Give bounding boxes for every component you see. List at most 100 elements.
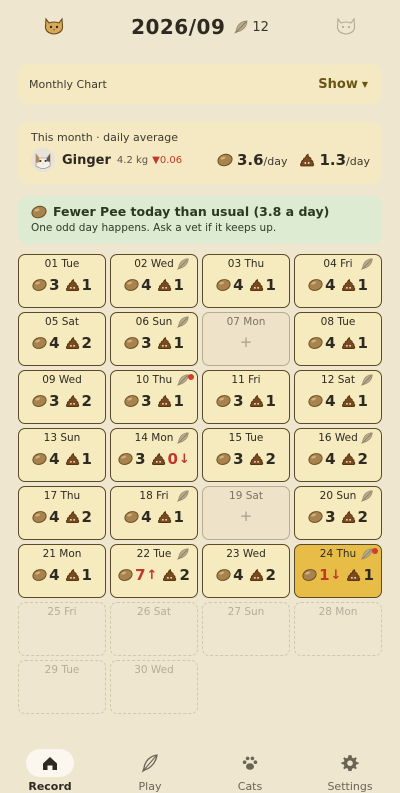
pee-count-value: 7 — [135, 566, 146, 584]
calendar-day[interactable]: 10 Thu 3 1 — [110, 370, 198, 424]
pee-count-value: 4 — [49, 450, 60, 468]
show-chart-toggle[interactable]: Show ▼ — [318, 77, 368, 92]
day-counts: 1 ↓ 1 — [302, 566, 374, 584]
pee-count: 4 — [308, 334, 336, 352]
calendar-day[interactable]: 09 Wed 3 2 — [18, 370, 106, 424]
poop-count-value: 1 — [265, 392, 276, 410]
calendar-day[interactable]: 16 Wed 4 2 — [294, 428, 382, 482]
day-label: 30 Wed — [134, 664, 174, 676]
calendar-day[interactable]: 21 Mon 4 1 — [18, 544, 106, 598]
calendar-day[interactable]: 08 Tue 4 1 — [294, 312, 382, 366]
pee-count-value: 4 — [325, 276, 336, 294]
pee-count-value: 4 — [49, 508, 60, 526]
calendar-day[interactable]: 06 Sun 3 1 — [110, 312, 198, 366]
pee-clump-icon — [308, 336, 323, 350]
pee-clump-icon — [308, 510, 323, 524]
cat-avatar[interactable] — [31, 148, 55, 172]
pee-count: 3 — [308, 508, 336, 526]
nav-icon-container — [326, 749, 374, 777]
day-counts: 3 0 ↓ — [118, 450, 190, 468]
pee-count: 4 — [308, 392, 336, 410]
nav-record[interactable]: Record — [0, 738, 100, 793]
poop-count-value: 1 — [265, 276, 276, 294]
poop-average-value: 1.3 — [319, 151, 347, 169]
calendar-day-today[interactable]: 24 Thu 1 ↓ 1 — [294, 544, 382, 598]
nav-cats[interactable]: Cats — [200, 738, 300, 793]
day-counts: 42 — [308, 450, 368, 468]
feather-counter: 12 — [233, 19, 269, 35]
calendar-day[interactable]: 05 Sat 4 2 — [18, 312, 106, 366]
calendar-day: 28 Mon — [294, 602, 382, 656]
poop-count: 1 — [249, 276, 276, 294]
pee-clump-icon — [124, 394, 139, 408]
pee-count: 4 — [32, 334, 60, 352]
calendar-day[interactable]: 14 Mon 3 0 ↓ — [110, 428, 198, 482]
calendar-day[interactable]: 02 Wed 4 1 — [110, 254, 198, 308]
nav-settings[interactable]: Settings — [300, 738, 400, 793]
poop-count: 2 — [65, 392, 92, 410]
calendar-day[interactable]: 01 Tue 3 1 — [18, 254, 106, 308]
pee-count: 3 — [216, 450, 244, 468]
pee-count: 4 — [308, 450, 336, 468]
day-counts: 41 — [32, 566, 92, 584]
feather-icon — [176, 489, 190, 503]
poop-icon — [151, 452, 166, 466]
calendar-day[interactable]: 13 Sun 4 1 — [18, 428, 106, 482]
pee-average-value: 3.6 — [236, 151, 264, 169]
poop-count-value: 2 — [357, 508, 368, 526]
poop-icon — [65, 394, 80, 408]
nav-label: Play — [138, 780, 162, 793]
poop-icon — [65, 452, 80, 466]
calendar-day[interactable]: 18 Fri 4 1 — [110, 486, 198, 540]
nav-play[interactable]: Play — [100, 738, 200, 793]
pee-clump-icon — [302, 568, 317, 582]
poop-count: 1 — [157, 392, 184, 410]
poop-count-value: 1 — [173, 276, 184, 294]
day-label: 06 Sun — [135, 316, 173, 328]
calendar-day[interactable]: 20 Sun 3 2 — [294, 486, 382, 540]
pee-clump-icon — [216, 278, 231, 292]
calendar-day[interactable]: 23 Wed 4 2 — [202, 544, 290, 598]
calendar-day[interactable]: 04 Fri 4 1 — [294, 254, 382, 308]
day-label: 28 Mon — [318, 606, 358, 618]
calendar-day[interactable]: 07 Mon + — [202, 312, 290, 366]
poop-icon — [162, 568, 177, 582]
day-label: 09 Wed — [42, 374, 82, 386]
nav-label: Cats — [237, 780, 263, 793]
calendar-day[interactable]: 19 Sat + — [202, 486, 290, 540]
poop-count-value: 1 — [173, 334, 184, 352]
nav-icon-container — [226, 749, 274, 777]
pee-count: 4 — [216, 566, 244, 584]
pee-clump-icon — [216, 394, 231, 408]
calendar-day[interactable]: 17 Thu 4 2 — [18, 486, 106, 540]
day-counts: 41 — [124, 508, 184, 526]
pee-count: 4 — [32, 508, 60, 526]
poop-count: 2 — [341, 450, 368, 468]
feather-icon — [360, 431, 374, 445]
poop-count: 2 — [65, 334, 92, 352]
pee-count-value: 4 — [233, 566, 244, 584]
day-counts: 31 — [216, 392, 276, 410]
calendar-day: 30 Wed — [110, 660, 198, 714]
alert-title-row: Fewer Pee today than usual (3.8 a day) — [31, 204, 368, 219]
pee-count: 4 — [32, 450, 60, 468]
month-title: 2026/09 — [131, 15, 226, 39]
cat-face-icon[interactable] — [42, 14, 66, 38]
poop-count-value: 2 — [265, 566, 276, 584]
day-label: 20 Sun — [319, 490, 357, 502]
poop-count: 2 — [249, 566, 276, 584]
calendar-day[interactable]: 22 Tue 7 ↑ 2 — [110, 544, 198, 598]
calendar-day[interactable]: 15 Tue 3 2 — [202, 428, 290, 482]
poop-count-value: 0 — [167, 450, 178, 468]
poop-count: 2 — [249, 450, 276, 468]
calendar-day[interactable]: 12 Sat 4 1 — [294, 370, 382, 424]
day-counts: 42 — [32, 334, 92, 352]
calendar-day[interactable]: 11 Fri 3 1 — [202, 370, 290, 424]
feather-icon — [176, 547, 190, 561]
alert-title: Fewer Pee today than usual (3.8 a day) — [53, 204, 330, 219]
alert-card[interactable]: Fewer Pee today than usual (3.8 a day) O… — [18, 196, 382, 244]
poop-count: 1 — [65, 276, 92, 294]
calendar-day[interactable]: 03 Thu 4 1 — [202, 254, 290, 308]
poop-icon — [65, 510, 80, 524]
cat-face-outline-icon[interactable] — [334, 14, 358, 38]
